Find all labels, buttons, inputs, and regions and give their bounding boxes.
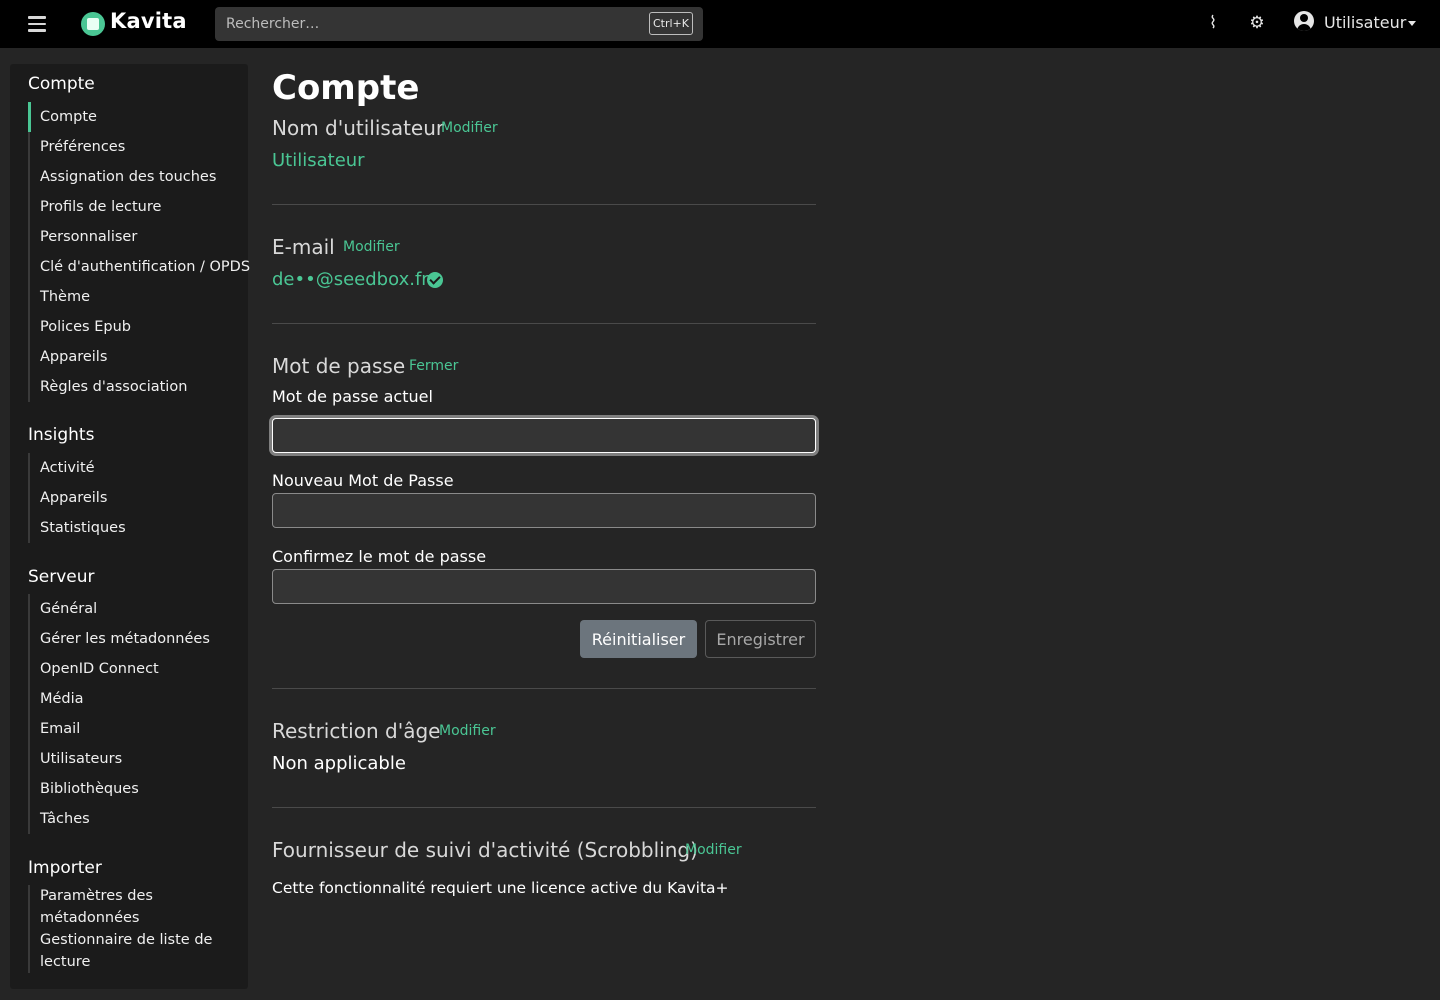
divider — [272, 688, 816, 689]
confirm-password-label: Confirmez le mot de passe — [272, 547, 487, 566]
save-button[interactable]: Enregistrer — [705, 620, 816, 658]
sidebar-item-activity[interactable]: Activité — [30, 453, 126, 483]
sidebar-item-manage-metadata[interactable]: Gérer les métadonnées — [30, 624, 210, 654]
sidebar-item-reading-list-manager[interactable]: Gestionnaire de liste de lecture — [30, 929, 240, 973]
user-avatar-icon[interactable] — [1294, 11, 1314, 31]
page-title: Compte — [272, 68, 420, 108]
sidebar-section-import: Importer — [28, 858, 102, 878]
sidebar-section-account: Compte — [28, 74, 95, 94]
settings-gears-icon[interactable]: ⚙ — [1247, 12, 1267, 34]
new-password-field[interactable] — [272, 493, 816, 528]
kavita-logo-icon[interactable] — [81, 12, 105, 36]
edit-age-restriction-link[interactable]: Modifier — [439, 723, 496, 739]
email-heading: E-mail — [272, 235, 335, 259]
password-heading: Mot de passe — [272, 354, 406, 378]
sidebar-item-preferences[interactable]: Préférences — [30, 132, 250, 162]
sidebar-group-account: Compte Préférences Assignation des touch… — [28, 102, 250, 402]
edit-scrobbling-link[interactable]: Modifier — [685, 842, 742, 858]
brand-name[interactable]: Kavita — [110, 9, 187, 33]
chevron-down-icon[interactable] — [1408, 21, 1416, 26]
sidebar-item-devices[interactable]: Appareils — [30, 342, 250, 372]
search-shortcut-badge: Ctrl+K — [649, 12, 693, 35]
confirm-password-field[interactable] — [272, 569, 816, 604]
scrobbling-license-note: Cette fonctionnalité requiert une licenc… — [272, 879, 729, 897]
sidebar-item-theme[interactable]: Thème — [30, 282, 250, 312]
sidebar-item-users[interactable]: Utilisateurs — [30, 744, 210, 774]
sidebar-item-tasks[interactable]: Tâches — [30, 804, 210, 834]
sidebar-item-insights-devices[interactable]: Appareils — [30, 483, 126, 513]
username-heading: Nom d'utilisateur — [272, 116, 445, 140]
sidebar-item-auth-key-opds[interactable]: Clé d'authentification / OPDS — [30, 252, 250, 282]
top-navbar: Kavita Ctrl+K ⌇ ⚙ Utilisateur — [0, 0, 1440, 48]
username-value: Utilisateur — [272, 150, 365, 171]
divider — [272, 807, 816, 808]
sidebar-item-account[interactable]: Compte — [28, 102, 250, 132]
activity-pulse-icon[interactable]: ⌇ — [1203, 12, 1223, 34]
sidebar-group-insights: Activité Appareils Statistiques — [28, 453, 126, 543]
new-password-label: Nouveau Mot de Passe — [272, 471, 454, 490]
user-menu-label[interactable]: Utilisateur — [1324, 13, 1406, 32]
current-password-field[interactable] — [272, 418, 816, 453]
sidebar-item-matching-rules[interactable]: Règles d'association — [30, 372, 250, 402]
search-input[interactable] — [215, 7, 703, 41]
sidebar-item-statistics[interactable]: Statistiques — [30, 513, 126, 543]
scrobbling-heading: Fournisseur de suivi d'activité (Scrobbl… — [272, 838, 698, 862]
sidebar-item-metadata-settings[interactable]: Paramètres des métadonnées — [30, 885, 240, 929]
divider — [272, 323, 816, 324]
sidebar-item-openid-connect[interactable]: OpenID Connect — [30, 654, 210, 684]
sidebar-item-customize[interactable]: Personnaliser — [30, 222, 250, 252]
edit-email-link[interactable]: Modifier — [343, 239, 400, 255]
reset-button[interactable]: Réinitialiser — [580, 620, 697, 658]
sidebar-group-server: Général Gérer les métadonnées OpenID Con… — [28, 594, 210, 834]
current-password-label: Mot de passe actuel — [272, 387, 433, 406]
hamburger-menu-icon[interactable] — [28, 16, 46, 32]
divider — [272, 204, 816, 205]
age-restriction-value: Non applicable — [272, 753, 406, 774]
sidebar-section-server: Serveur — [28, 567, 95, 587]
sidebar-section-insights: Insights — [28, 425, 95, 445]
email-value: de••@seedbox.fr — [272, 269, 429, 290]
sidebar-group-import: Paramètres des métadonnées Gestionnaire … — [28, 885, 240, 973]
close-password-link[interactable]: Fermer — [409, 358, 458, 374]
sidebar-item-general[interactable]: Général — [30, 594, 210, 624]
sidebar-item-media[interactable]: Média — [30, 684, 210, 714]
sidebar-item-email[interactable]: Email — [30, 714, 210, 744]
search-bar[interactable]: Ctrl+K — [215, 7, 703, 41]
sidebar-item-reading-profiles[interactable]: Profils de lecture — [30, 192, 250, 222]
sidebar-item-keybinds[interactable]: Assignation des touches — [30, 162, 250, 192]
edit-username-link[interactable]: Modifier — [441, 120, 498, 136]
age-restriction-heading: Restriction d'âge — [272, 719, 441, 743]
settings-sidebar: Compte Compte Préférences Assignation de… — [10, 64, 250, 989]
sidebar-item-epub-fonts[interactable]: Polices Epub — [30, 312, 250, 342]
sidebar-item-libraries[interactable]: Bibliothèques — [30, 774, 210, 804]
verified-check-icon — [427, 272, 443, 288]
